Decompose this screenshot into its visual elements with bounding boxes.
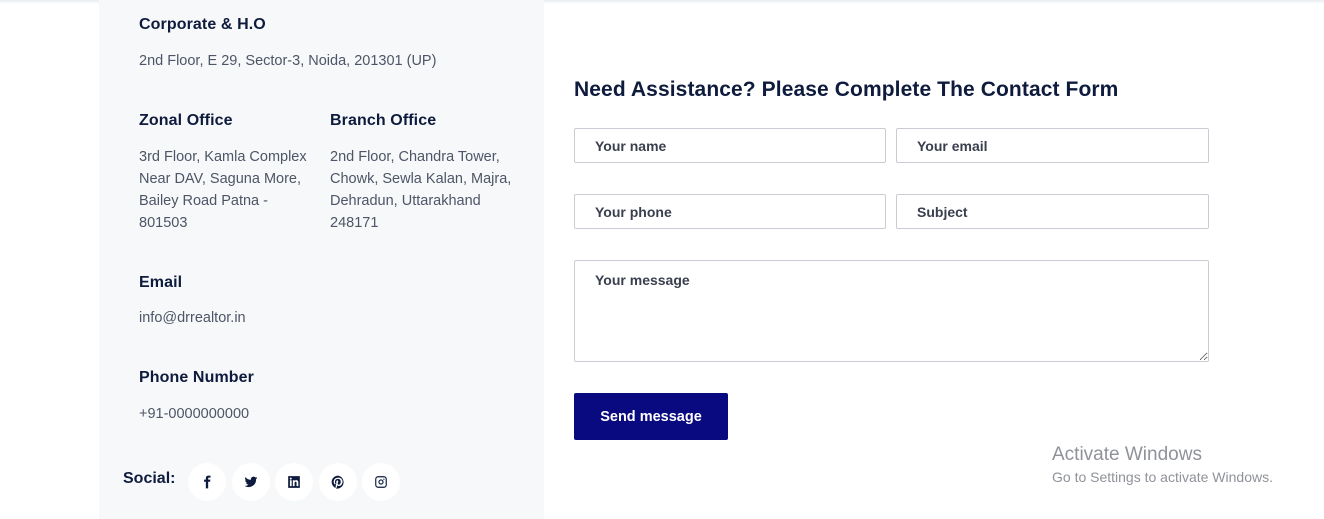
facebook-icon <box>204 475 211 489</box>
pinterest-icon <box>331 475 344 489</box>
zonal-office-address: 3rd Floor, Kamla Complex Near DAV, Sagun… <box>139 146 307 234</box>
phone-value[interactable]: +91-0000000000 <box>139 403 249 425</box>
twitter-button[interactable] <box>232 463 270 501</box>
instagram-icon <box>375 476 387 488</box>
twitter-icon <box>244 476 258 488</box>
contact-form-title: Need Assistance? Please Complete The Con… <box>574 78 1119 101</box>
subject-input[interactable] <box>896 194 1209 229</box>
email-input[interactable] <box>896 128 1209 163</box>
corporate-office-title: Corporate & H.O <box>139 16 266 33</box>
windows-activation-title: Activate Windows <box>1052 444 1202 465</box>
message-textarea[interactable] <box>574 260 1209 362</box>
address-line: Dehradun, Uttarakhand <box>330 193 481 209</box>
address-line: Near DAV, Saguna More, <box>139 171 302 187</box>
social-label: Social: <box>123 470 176 487</box>
corporate-office-address: 2nd Floor, E 29, Sector-3, Noida, 201301… <box>139 53 437 69</box>
branch-office-address: 2nd Floor, Chandra Tower, Chowk, Sewla K… <box>330 146 511 234</box>
contact-info-panel <box>99 0 544 519</box>
email-value[interactable]: info@drrealtor.in <box>139 307 246 329</box>
windows-activation-subtitle: Go to Settings to activate Windows. <box>1052 469 1273 485</box>
instagram-button[interactable] <box>362 463 400 501</box>
phone-title: Phone Number <box>139 369 254 386</box>
phone-input[interactable] <box>574 194 886 229</box>
email-title: Email <box>139 274 183 291</box>
address-line: Bailey Road Patna - <box>139 193 268 209</box>
address-line: Chowk, Sewla Kalan, Majra, <box>330 171 512 187</box>
facebook-button[interactable] <box>188 463 226 501</box>
address-line: 801503 <box>139 215 188 231</box>
address-line: 2nd Floor, Chandra Tower, <box>330 149 500 165</box>
address-line: 3rd Floor, Kamla Complex <box>139 149 307 165</box>
zonal-office-title: Zonal Office <box>139 112 233 129</box>
address-line: 248171 <box>330 215 379 231</box>
send-message-button[interactable]: Send message <box>574 393 728 440</box>
branch-office-title: Branch Office <box>330 112 437 129</box>
linkedin-button[interactable] <box>275 463 313 501</box>
linkedin-icon <box>288 476 300 488</box>
name-input[interactable] <box>574 128 886 163</box>
pinterest-button[interactable] <box>319 463 357 501</box>
